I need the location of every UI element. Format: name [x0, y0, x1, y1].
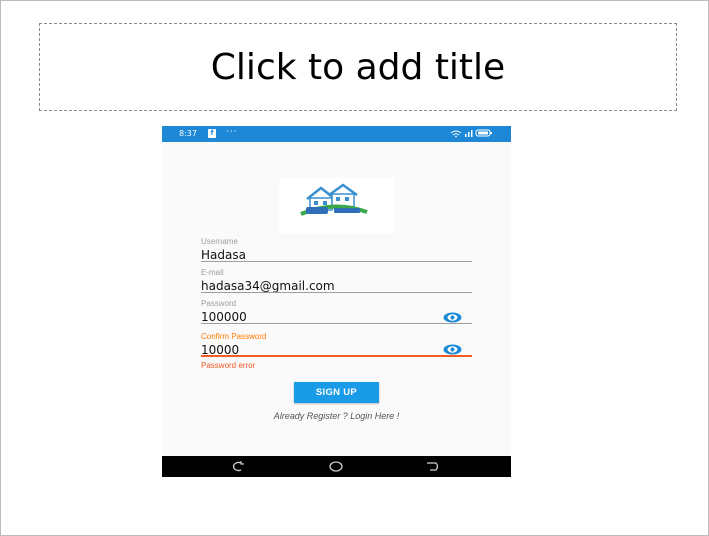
phone-screenshot: 8:37 f ··· Username Hadasa E-mail hadasa… [162, 126, 511, 477]
email-field[interactable]: E-mail hadasa34@gmail.com [201, 268, 472, 294]
house-logo-icon [279, 178, 394, 233]
password-label: Password [201, 299, 237, 308]
login-link[interactable]: Already Register ? Login Here ! [162, 411, 511, 421]
password-field[interactable]: Password 100000 [201, 299, 472, 325]
title-placeholder-text: Click to add title [210, 46, 506, 88]
eye-icon[interactable] [443, 312, 462, 323]
password-value[interactable]: 100000 [201, 310, 247, 324]
email-value[interactable]: hadasa34@gmail.com [201, 279, 335, 293]
status-dots: ··· [226, 127, 238, 137]
android-nav-bar [162, 456, 511, 477]
username-value[interactable]: Hadasa [201, 248, 246, 262]
eye-icon[interactable] [443, 344, 462, 355]
recent-apps-icon[interactable] [232, 460, 246, 473]
home-icon[interactable] [329, 460, 343, 473]
status-time: 8:37 [179, 129, 197, 138]
wifi-signal-battery-icons [449, 128, 497, 140]
username-label: Username [201, 237, 238, 246]
username-field[interactable]: Username Hadasa [201, 237, 472, 263]
confirm-password-field[interactable]: Confirm Password 10000 [201, 332, 472, 358]
password-underline [201, 323, 472, 324]
sign-up-button[interactable]: SIGN UP [294, 382, 379, 403]
email-underline [201, 292, 472, 293]
email-label: E-mail [201, 268, 224, 277]
back-icon[interactable] [426, 460, 440, 473]
password-error-text: Password error [201, 361, 256, 370]
slide: Click to add title 8:37 f ··· Username H… [0, 0, 709, 536]
status-bar: 8:37 f ··· [162, 126, 511, 142]
username-underline [201, 261, 472, 262]
status-icons-svg [450, 129, 492, 138]
confirm-password-underline [201, 355, 472, 357]
facebook-icon: f [208, 129, 216, 138]
confirm-password-label: Confirm Password [201, 332, 267, 341]
title-placeholder-box[interactable]: Click to add title [39, 23, 677, 111]
